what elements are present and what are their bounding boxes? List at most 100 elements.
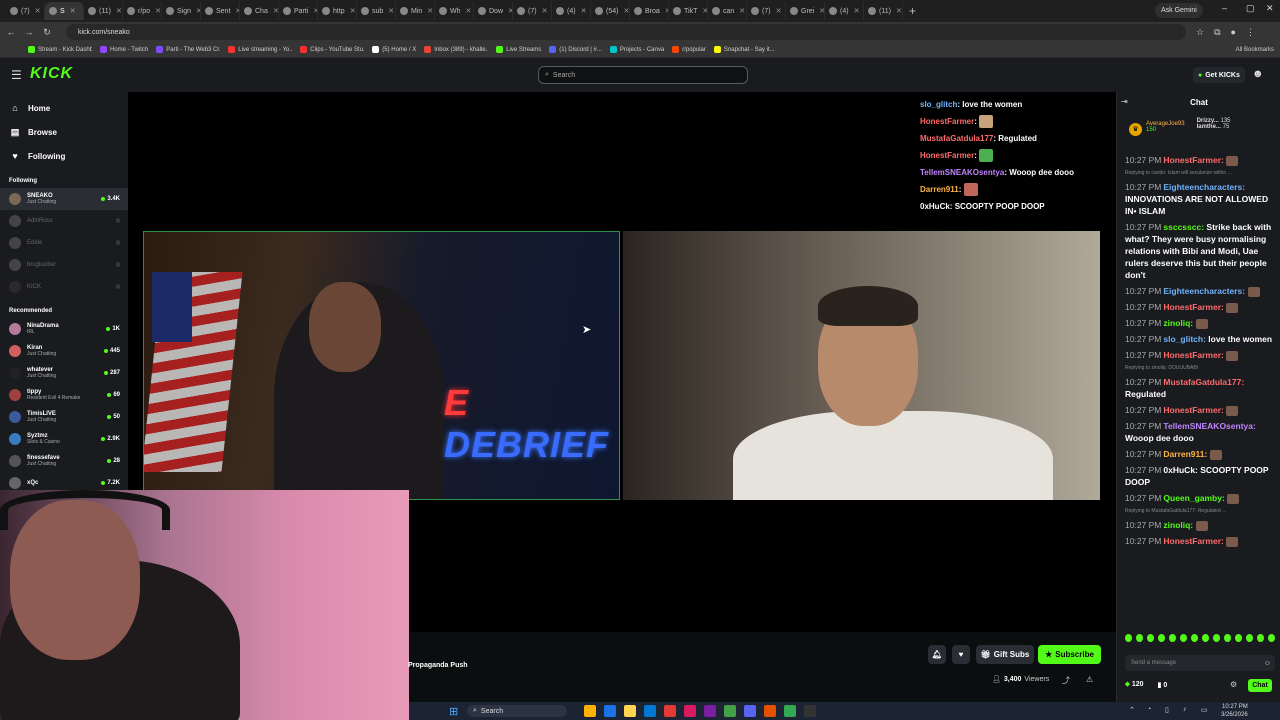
- sidebar-channel[interactable]: KICK ⦸: [0, 276, 128, 298]
- app-dark-icon[interactable]: [804, 705, 816, 717]
- chat-message[interactable]: 10:27 PM zinoliq:: [1125, 317, 1275, 329]
- chat-message[interactable]: 10:27 PM Queen_gamby:: [1125, 492, 1275, 504]
- sidebar-channel[interactable]: whatever Just Chatting 287: [0, 362, 128, 384]
- capcut-icon[interactable]: [704, 705, 716, 717]
- tab-close-icon[interactable]: ✕: [854, 7, 860, 15]
- extensions-icon[interactable]: ⧉: [1214, 27, 1220, 38]
- chat-username[interactable]: HonestFarmer:: [1163, 405, 1223, 415]
- edge-icon[interactable]: [604, 705, 616, 717]
- browser-tab[interactable]: S ✕: [45, 2, 84, 20]
- chat-message[interactable]: 10:27 PM Darren911:: [1125, 448, 1275, 460]
- emote-bar[interactable]: [1125, 634, 1275, 646]
- chat-message[interactable]: 10:27 PM slo_glitch: love the women: [1125, 333, 1275, 345]
- chat-message[interactable]: 10:27 PM Eighteencharacters: INNOVATIONS …: [1125, 181, 1275, 217]
- chat-input[interactable]: Send a message ☺: [1125, 655, 1275, 671]
- chat-username[interactable]: Eighteencharacters:: [1163, 182, 1245, 192]
- bookmark-item[interactable]: Clips - YouTube Stu...: [300, 46, 364, 53]
- chat-username[interactable]: ssccsscc:: [1163, 222, 1204, 232]
- mic-icon[interactable]: ▯: [1165, 706, 1169, 714]
- chat-username[interactable]: HonestFarmer:: [1163, 350, 1223, 360]
- tab-close-icon[interactable]: ✕: [155, 7, 161, 15]
- hamburger-menu-icon[interactable]: ☰: [11, 68, 22, 82]
- chat-username[interactable]: MustafaGatdula177:: [1163, 377, 1244, 387]
- tab-close-icon[interactable]: ✕: [70, 7, 76, 15]
- bookmark-item[interactable]: Projects - Canva: [609, 46, 664, 53]
- browser-tab[interactable]: Wh ✕: [435, 2, 474, 20]
- sidebar-channel[interactable]: finessefave Just Chatting 28: [0, 450, 128, 472]
- chat-message[interactable]: 10:27 PM TellemSNEAKOsentya: Wooop dee do…: [1125, 420, 1275, 444]
- chat-message[interactable]: 10:27 PM MustafaGatdula177: Regulated: [1125, 376, 1275, 400]
- tab-close-icon[interactable]: ✕: [739, 7, 745, 15]
- battery-icon[interactable]: ▭: [1201, 706, 1208, 714]
- quick-emote-icon[interactable]: [1191, 634, 1198, 642]
- sidebar-nav-browse[interactable]: ▤ Browse: [10, 120, 128, 144]
- windows-start-icon[interactable]: ⊞: [449, 705, 458, 718]
- browser-tab[interactable]: http ✕: [318, 2, 357, 20]
- sidebar-channel[interactable]: NinaDrama IRL 1K: [0, 318, 128, 340]
- tab-close-icon[interactable]: ✕: [581, 7, 587, 15]
- chat-username[interactable]: slo_glitch:: [1163, 334, 1206, 344]
- back-icon[interactable]: ←: [4, 27, 18, 37]
- chat-message[interactable]: 10:27 PM HonestFarmer:: [1125, 349, 1275, 361]
- bookmark-item[interactable]: Parti - The Web3 Cr...: [156, 46, 220, 53]
- browser-tab[interactable]: (7) ✕: [6, 2, 45, 20]
- quick-emote-icon[interactable]: [1257, 634, 1264, 642]
- browser-tab[interactable]: can ✕: [708, 2, 747, 20]
- wifi-icon[interactable]: ◔: [1147, 706, 1151, 713]
- quick-emote-icon[interactable]: [1158, 634, 1165, 642]
- browser-tab[interactable]: sub ✕: [357, 2, 396, 20]
- store-icon[interactable]: [644, 705, 656, 717]
- browser-tab[interactable]: Min ✕: [396, 2, 435, 20]
- bookmark-item[interactable]: Stream - Kick Dashb...: [28, 46, 92, 53]
- url-input[interactable]: kick.com/sneako: [66, 24, 1186, 40]
- chat-username[interactable]: HonestFarmer:: [1163, 155, 1223, 165]
- sidebar-channel[interactable]: AdinRoss ⦸: [0, 210, 128, 232]
- discord-icon[interactable]: [744, 705, 756, 717]
- chat-message[interactable]: 10:27 PM ssccsscc: Strike back with what?…: [1125, 221, 1275, 281]
- browser-tab[interactable]: r/po ✕: [123, 2, 162, 20]
- follow-button[interactable]: ♥: [952, 645, 970, 664]
- quick-emote-icon[interactable]: [1136, 634, 1143, 642]
- close-window-icon[interactable]: ✕: [1266, 3, 1274, 14]
- all-bookmarks-link[interactable]: All Bookmarks: [1236, 47, 1274, 53]
- bookmark-item[interactable]: (1) Discord | #...: [549, 46, 602, 53]
- app-pink-icon[interactable]: [684, 705, 696, 717]
- browser-tab[interactable]: TikT ✕: [669, 2, 708, 20]
- share-icon[interactable]: ⤴: [1062, 675, 1070, 686]
- menu-icon[interactable]: ⋮: [1246, 27, 1255, 38]
- quick-emote-icon[interactable]: [1180, 634, 1187, 642]
- quick-emote-icon[interactable]: [1224, 634, 1231, 642]
- browser-tab[interactable]: Grei ✕: [786, 2, 825, 20]
- quick-emote-icon[interactable]: [1235, 634, 1242, 642]
- quick-emote-icon[interactable]: [1213, 634, 1220, 642]
- chat-username[interactable]: Eighteencharacters:: [1163, 286, 1245, 296]
- bookmark-item[interactable]: r/popular: [672, 46, 706, 53]
- chat-username[interactable]: HonestFarmer:: [1163, 302, 1223, 312]
- sidebar-channel[interactable]: Syztmz Slots & Casino 2.9K: [0, 428, 128, 450]
- chat-username[interactable]: zinoliq:: [1163, 318, 1193, 328]
- chat-message[interactable]: 10:27 PM HonestFarmer:: [1125, 154, 1275, 166]
- sidebar-channel[interactable]: SNEAKO Just Chatting 3.4K: [0, 188, 128, 210]
- profile-icon[interactable]: ●: [1231, 27, 1236, 37]
- tab-close-icon[interactable]: ✕: [273, 7, 278, 15]
- chat-username[interactable]: Queen_gamby:: [1163, 493, 1224, 503]
- file-explorer-icon[interactable]: [584, 705, 596, 717]
- bookmark-item[interactable]: Live Streams: [496, 46, 541, 53]
- chat-send-button[interactable]: Chat: [1248, 679, 1272, 692]
- chat-username[interactable]: HonestFarmer:: [1163, 536, 1223, 546]
- report-icon[interactable]: ⚠: [1086, 675, 1093, 684]
- bookmark-item[interactable]: Home - Twitch: [100, 46, 148, 53]
- forward-icon[interactable]: →: [22, 27, 36, 37]
- new-tab-icon[interactable]: +: [909, 4, 916, 18]
- minimize-icon[interactable]: –: [1222, 3, 1227, 13]
- chat-username[interactable]: Darren911:: [1163, 449, 1207, 459]
- kick-logo[interactable]: KICK: [30, 65, 73, 83]
- browser-tab[interactable]: (54) ✕: [591, 2, 630, 20]
- chat-message[interactable]: 10:27 PM 0xHuCk: SCOOPTY POOP DOOP: [1125, 464, 1275, 488]
- emoji-icon[interactable]: ☺: [1264, 660, 1271, 667]
- sidebar-channel[interactable]: brugtoober ⦸: [0, 254, 128, 276]
- notify-bell-button[interactable]: 🔔︎: [928, 645, 946, 664]
- browser-tab[interactable]: (4) ✕: [552, 2, 591, 20]
- bookmark-item[interactable]: Snapchat - Say it...: [713, 46, 775, 53]
- quick-emote-icon[interactable]: [1125, 634, 1132, 642]
